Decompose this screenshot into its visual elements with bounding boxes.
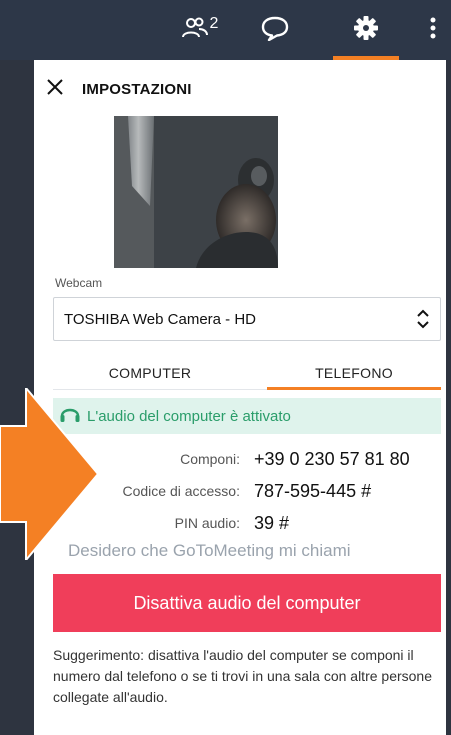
audio-status-text: L'audio del computer è attivato [87,407,291,425]
gear-icon [353,15,379,46]
webcam-selected-value: TOSHIBA Web Camera - HD [64,310,256,328]
panel-header: IMPOSTAZIONI [44,74,192,104]
top-toolbar: 2 [0,0,451,60]
audio-tabs: COMPUTER TELEFONO [53,356,441,390]
audio-pin-value: 39 # [254,513,290,533]
active-tab-indicator [267,387,441,390]
dial-number-value: +39 0 230 57 81 80 [254,449,410,469]
background-right [446,60,451,735]
chat-button[interactable] [245,0,305,60]
call-me-link[interactable]: Desidero che GoToMeeting mi chiami [68,541,351,561]
audio-status-banner: L'audio del computer è attivato [53,398,441,434]
participants-button[interactable]: 2 [170,0,230,60]
more-vertical-icon [430,17,436,44]
more-button[interactable] [420,0,446,60]
participants-count: 2 [209,15,219,32]
select-arrows-icon [416,308,430,334]
participants-icon [181,16,208,45]
access-code-value: 787-595-445 # [254,481,372,501]
webcam-label: Webcam [55,276,103,290]
webcam-preview [114,116,278,268]
tab-computer[interactable]: COMPUTER [53,356,247,390]
tab-telefono[interactable]: TELEFONO [267,356,441,390]
webcam-select[interactable]: TOSHIBA Web Camera - HD [53,297,441,341]
close-button[interactable] [44,78,66,100]
close-icon [47,78,63,100]
background-left [0,0,34,735]
audio-pin-label: PIN audio: [174,515,240,531]
orange-arrow-annotation [0,385,100,563]
panel-title: IMPOSTAZIONI [82,80,192,98]
settings-button[interactable] [333,0,399,60]
dial-number-label: Componi: [180,451,240,467]
chat-icon [261,15,289,46]
access-code-label: Codice di accesso: [122,483,240,499]
disable-computer-audio-button[interactable]: Disattiva audio del computer [53,574,441,632]
tip-text: Suggerimento: disattiva l'audio del comp… [53,647,433,705]
